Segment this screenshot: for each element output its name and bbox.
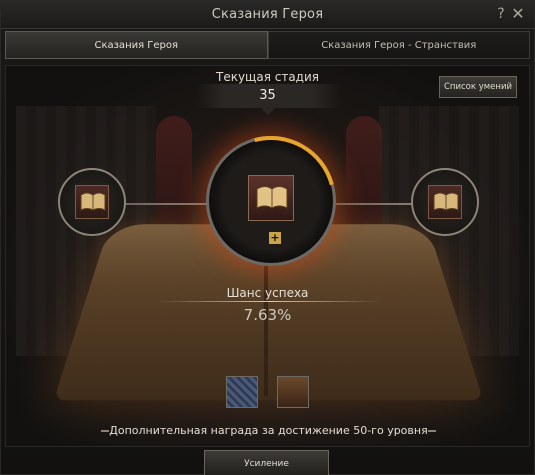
book-icon	[79, 191, 107, 213]
current-stage-slot[interactable]	[248, 175, 294, 221]
window-title: Сказания Героя	[1, 7, 534, 22]
book-icon	[432, 191, 460, 213]
previous-stage-slot[interactable]	[75, 185, 109, 219]
plus-icon[interactable]: +	[269, 232, 281, 244]
tab-hero-tales[interactable]: Сказания Героя	[5, 31, 268, 59]
reward-item-2[interactable]	[277, 376, 309, 408]
tab-bar: Сказания Героя Сказания Героя - Странств…	[5, 31, 530, 59]
background-window	[346, 116, 382, 236]
current-stage-ring: +	[206, 136, 336, 266]
tab-hero-tales-wanderings[interactable]: Сказания Героя - Странствия	[268, 31, 531, 59]
bonus-reward-banner: Дополнительная награда за достижение 50-…	[101, 422, 436, 440]
title-bar: Сказания Героя ? ✕	[1, 1, 534, 29]
book-icon	[255, 184, 289, 212]
stage-panel: Текущая стадия 35 Список умений + Шанс у…	[5, 65, 530, 447]
previous-stage-ring[interactable]	[58, 168, 126, 236]
background-window	[156, 116, 192, 236]
stage-pointer	[261, 108, 275, 115]
success-chance-divider	[156, 301, 381, 302]
next-stage-ring[interactable]	[411, 168, 479, 236]
next-stage-slot[interactable]	[428, 185, 462, 219]
close-button[interactable]: ✕	[509, 5, 527, 23]
success-chance-value: 7.63%	[6, 306, 529, 324]
enhance-button[interactable]: Усиление	[204, 450, 329, 475]
bonus-reward-text: Дополнительная награда за достижение 50-…	[101, 424, 436, 437]
help-button[interactable]: ?	[492, 5, 510, 23]
ornament-right	[428, 430, 436, 432]
reward-item-1[interactable]	[226, 376, 258, 408]
hero-tales-window: Сказания Героя ? ✕ Сказания Героя Сказан…	[0, 0, 535, 475]
skill-list-button[interactable]: Список умений	[439, 76, 517, 98]
success-chance-label: Шанс успеха	[6, 286, 529, 300]
connector-left	[116, 203, 216, 205]
